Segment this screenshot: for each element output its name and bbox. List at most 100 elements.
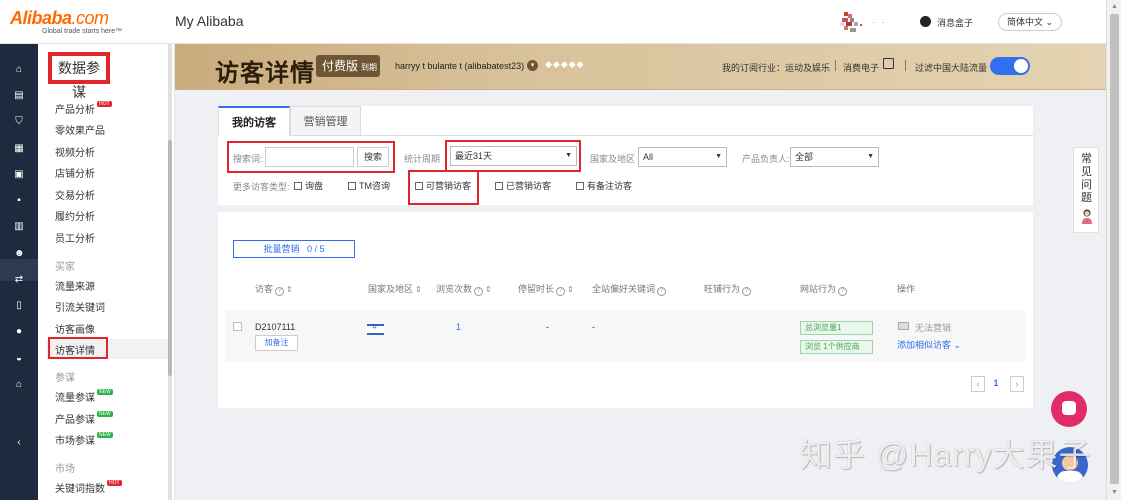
user-avatar-icon[interactable] [838, 12, 868, 34]
nav-item-traffic-keywords[interactable]: 引流关键词 [55, 299, 105, 314]
add-similar-visitors-link[interactable]: 添加相似访客 ⌄ [897, 338, 961, 351]
filter-mainland-toggle[interactable] [990, 57, 1030, 75]
checkbox-with-notes[interactable]: 有备注访客 [576, 179, 632, 192]
tabs-divider [361, 135, 1033, 136]
message-box-link[interactable]: 消息盒子 [937, 16, 973, 29]
nav-item-staff-analysis[interactable]: 员工分析 [55, 230, 95, 245]
checkbox-box[interactable] [495, 182, 503, 190]
checkbox-box[interactable] [576, 182, 584, 190]
product-icon[interactable]: ▣ [14, 170, 24, 180]
nav-item-trade-analysis[interactable]: 交易分析 [55, 187, 95, 202]
subscribed-industry[interactable]: 我的订阅行业：运动及娱乐 [722, 61, 830, 74]
account-dropdown-icon[interactable]: ▾ [527, 60, 538, 71]
add-similar-label: 添加相似访客 [897, 340, 952, 350]
sort-icon[interactable]: ⇕ [415, 285, 422, 294]
batch-marketing-button[interactable]: 批量营销 0 / 5 [233, 240, 355, 258]
nav-item-label: 产品参谋 [55, 415, 95, 426]
scroll-up-icon[interactable]: ▲ [1111, 3, 1118, 10]
help-icon[interactable]: ? [742, 287, 752, 296]
region-label: 国家及地区 [590, 154, 636, 164]
more-types-label: 更多访客类型: [233, 182, 290, 192]
shield-icon[interactable]: ⛉ [14, 117, 24, 127]
users-icon[interactable]: ☻ [14, 249, 25, 259]
grid-icon[interactable]: ▦ [14, 144, 24, 154]
collapse-icon[interactable]: ‹ [14, 438, 24, 448]
help-icon[interactable]: ? [474, 287, 484, 296]
column-label: 旺铺行为 [704, 284, 741, 294]
nav-item-traffic-advisor[interactable]: 流量参谋NEW [55, 389, 113, 404]
rating-diamonds-icon: ◆◆◆◆◆ [545, 59, 585, 69]
nav-item-product-analysis[interactable]: 产品分析HOT [55, 101, 112, 116]
app-title[interactable]: My Alibaba [175, 13, 243, 29]
decorative-dots-icon: · · [872, 17, 887, 27]
views-count[interactable]: 1 [456, 322, 461, 332]
help-icon[interactable]: ? [556, 287, 566, 296]
column-site-behavior: 网站行为? [800, 282, 848, 296]
checkbox-label: 有备注访客 [587, 181, 633, 191]
highlight-box-marketable [408, 170, 479, 205]
tab-marketing-management[interactable]: 营销管理 [290, 106, 361, 136]
edit-icon[interactable] [883, 58, 894, 69]
checkbox-box[interactable] [348, 182, 356, 190]
checkbox-box[interactable] [294, 182, 302, 190]
nav-item-traffic-source[interactable]: 流量来源 [55, 278, 95, 293]
nav-group-buyer: 买家 [55, 262, 75, 273]
nav-scrollbar[interactable] [168, 44, 172, 500]
sort-icon[interactable]: ⇕ [567, 285, 574, 294]
service-icon[interactable]: ◒ [14, 354, 24, 364]
nav-item-product-advisor[interactable]: 产品参谋NEW [55, 411, 113, 426]
total-views-tag: 总浏览量1 [800, 321, 873, 335]
analytics-icon[interactable]: ▥ [14, 222, 24, 232]
nav-item-video-analysis[interactable]: 视频分析 [55, 144, 95, 159]
checkbox-marketed[interactable]: 已营销访客 [495, 179, 551, 192]
column-visitor[interactable]: 访客? ⇕ [255, 282, 293, 296]
add-note-button[interactable]: 加备注 [255, 335, 298, 351]
exchange-icon[interactable]: ⇄ [14, 275, 24, 285]
table-row [226, 310, 1026, 362]
nav-item-market-advisor[interactable]: 市场参谋NEW [55, 432, 113, 447]
pagination-next[interactable]: › [1010, 376, 1024, 392]
help-icon[interactable]: ? [657, 287, 667, 296]
page-scrollbar[interactable]: ▲ ▼ [1106, 0, 1121, 500]
highlight-box-visitor-details [48, 337, 108, 359]
page-title: 访客详情 [215, 60, 315, 87]
chat-fab-button[interactable] [1051, 391, 1087, 427]
region-select[interactable]: All ▼ [638, 147, 727, 167]
scroll-down-icon[interactable]: ▼ [1111, 489, 1118, 496]
column-views[interactable]: 浏览次数? ⇕ [436, 282, 492, 296]
help-icon[interactable]: ? [275, 287, 285, 296]
account-name: harryy t bulante t (alibabatest23) [395, 61, 525, 71]
help-icon[interactable]: ? [838, 287, 848, 296]
alibaba-logo[interactable]: Alibaba.com Global trade starts here™ [10, 8, 155, 38]
sort-icon[interactable]: ⇕ [485, 285, 492, 294]
scrollbar-thumb[interactable] [1110, 14, 1119, 484]
column-region[interactable]: 国家及地区 ⇕ [368, 282, 422, 295]
pagination-current[interactable]: 1 [989, 376, 1003, 392]
bank-icon[interactable]: ⌂ [14, 380, 24, 390]
pagination-prev[interactable]: ‹ [971, 376, 985, 392]
globe-icon[interactable]: ● [14, 327, 24, 337]
nav-item-label: 产品分析 [55, 105, 95, 116]
checkbox-inquiry[interactable]: 询盘 [294, 179, 323, 192]
tab-my-visitors[interactable]: 我的访客 [218, 106, 290, 136]
row-checkbox[interactable] [233, 322, 242, 331]
owner-select[interactable]: 全部 ▼ [790, 147, 879, 167]
message-icon[interactable] [920, 16, 931, 27]
industry-consumer-electronics[interactable]: 消费电子 [843, 61, 879, 74]
checkbox-tm-consult[interactable]: TM咨询 [348, 179, 390, 192]
clipboard-icon[interactable]: ▯ [14, 301, 24, 311]
faq-widget[interactable]: 常见问题 [1073, 147, 1099, 233]
nav-scrollbar-thumb[interactable] [168, 140, 172, 376]
language-select[interactable]: 简体中文 ⌄ [998, 13, 1062, 31]
nav-item-fulfillment-analysis[interactable]: 履约分析 [55, 208, 95, 223]
chat-icon[interactable]: ▪ [14, 196, 24, 206]
home-icon[interactable]: ⌂ [14, 65, 24, 75]
store-icon[interactable]: ▤ [14, 91, 24, 101]
nav-item-zero-effect[interactable]: 零效果产品 [55, 122, 105, 137]
nav-item-store-analysis[interactable]: 店铺分析 [55, 165, 95, 180]
nav-item-visitor-profile[interactable]: 访客画像 [55, 321, 95, 336]
batch-label: 批量营销 [263, 244, 300, 254]
nav-item-keyword-index[interactable]: 关键词指数HOT [55, 480, 122, 495]
column-duration[interactable]: 停留时长? ⇕ [518, 282, 574, 296]
sort-icon[interactable]: ⇕ [286, 285, 293, 294]
